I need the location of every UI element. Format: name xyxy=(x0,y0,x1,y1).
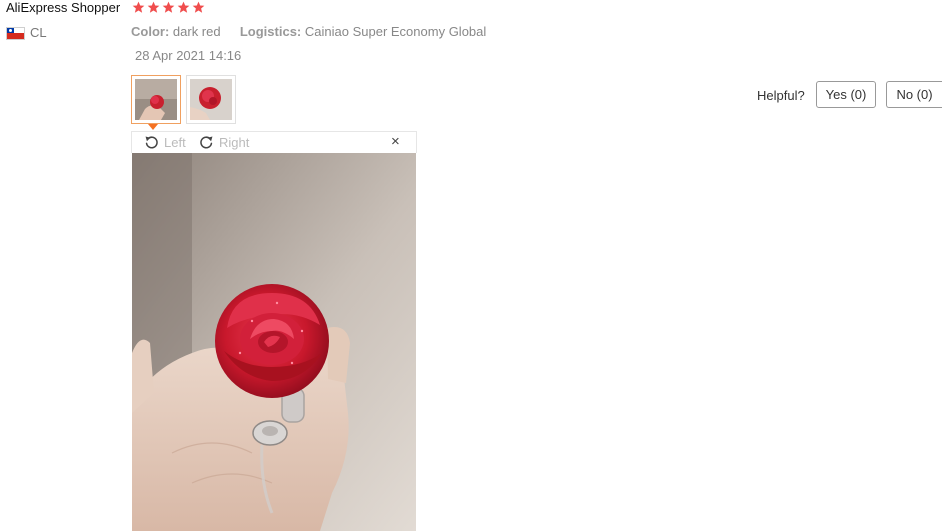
rotate-left-label: Left xyxy=(164,135,186,150)
image-viewer-toolbar: Left Right × xyxy=(131,131,417,153)
attr-logistics-value: Cainiao Super Economy Global xyxy=(304,24,487,39)
helpful-no-button[interactable]: No (0) xyxy=(886,81,942,108)
reviewer-name: AliExpress Shopper xyxy=(6,0,121,15)
country-code: CL xyxy=(30,25,47,40)
star-icon xyxy=(162,1,175,14)
active-thumbnail-caret xyxy=(148,124,158,130)
rotate-right-label: Right xyxy=(219,135,250,150)
star-icon xyxy=(192,1,205,14)
thumbnail-image xyxy=(135,79,177,120)
helpful-label: Helpful? xyxy=(757,88,805,103)
rose-badge xyxy=(215,284,329,398)
attr-logistics-key: Logistics: xyxy=(239,24,302,39)
helpful-yes-button[interactable]: Yes (0) xyxy=(816,81,876,108)
rotate-left-icon xyxy=(143,134,160,151)
order-attributes: Color: dark red Logistics: Cainiao Super… xyxy=(131,23,486,41)
chile-flag-icon xyxy=(6,26,25,40)
star-icon xyxy=(147,1,160,14)
rotate-right-icon xyxy=(198,134,215,151)
close-icon[interactable]: × xyxy=(391,133,400,151)
attr-color-key: Color: xyxy=(131,24,170,39)
review-photo-thumbnail-1[interactable] xyxy=(131,75,181,124)
star-icon xyxy=(132,1,145,14)
review-date: 28 Apr 2021 14:16 xyxy=(135,48,242,63)
rotate-right-button[interactable]: Right xyxy=(198,134,249,151)
reviewer-country: CL xyxy=(6,25,47,41)
star-icon xyxy=(177,1,190,14)
thumbnail-image xyxy=(190,79,232,120)
enlarged-review-photo xyxy=(132,153,416,531)
rating-stars xyxy=(132,0,205,16)
rotate-left-button[interactable]: Left xyxy=(143,134,186,151)
attr-color-value: dark red xyxy=(172,24,221,39)
review-photo-thumbnail-2[interactable] xyxy=(186,75,236,124)
